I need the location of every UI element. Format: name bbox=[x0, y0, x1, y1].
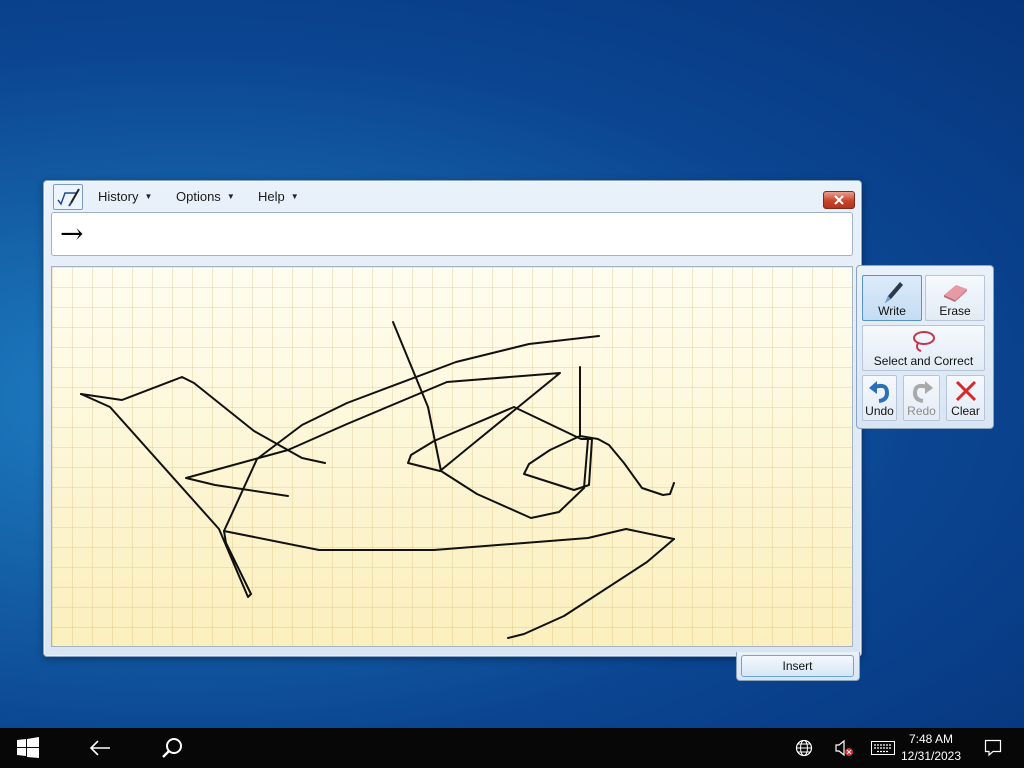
globe-icon bbox=[795, 739, 813, 757]
writing-area[interactable] bbox=[51, 266, 853, 647]
undo-icon bbox=[868, 381, 889, 403]
pen-icon bbox=[885, 282, 903, 303]
redo-icon bbox=[912, 381, 933, 403]
menu-options[interactable]: Options ▼ bbox=[176, 189, 235, 204]
search-button[interactable] bbox=[150, 728, 194, 768]
clear-icon bbox=[955, 380, 976, 402]
chevron-down-icon: ▼ bbox=[290, 192, 299, 201]
undo-label: Undo bbox=[865, 404, 894, 418]
redo-label: Redo bbox=[907, 404, 936, 418]
handwriting-strokes bbox=[80, 321, 675, 639]
select-correct-label: Select and Correct bbox=[873, 354, 974, 368]
back-arrow-icon bbox=[89, 740, 110, 756]
eraser-icon bbox=[944, 285, 967, 302]
clock-date: 12/31/2023 bbox=[900, 749, 962, 763]
menu-help[interactable]: Help ▼ bbox=[258, 189, 299, 204]
volume-muted-icon bbox=[835, 739, 853, 757]
select-correct-button[interactable]: Select and Correct bbox=[862, 325, 985, 371]
chevron-down-icon: ▼ bbox=[144, 192, 153, 201]
taskbar: 7:48 AM 12/31/2023 bbox=[0, 728, 1024, 768]
preview-result: → bbox=[60, 217, 84, 250]
insert-button[interactable]: Insert bbox=[741, 655, 854, 677]
tool-panel: Write Erase Select and Correct Undo Redo bbox=[856, 265, 994, 429]
recognition-preview: → bbox=[51, 212, 853, 256]
clear-button[interactable]: Clear bbox=[946, 375, 985, 421]
erase-button[interactable]: Erase bbox=[925, 275, 985, 321]
windows-start-icon bbox=[17, 737, 39, 758]
lasso-icon bbox=[912, 331, 935, 352]
touch-keyboard-button[interactable] bbox=[870, 728, 896, 768]
back-button[interactable] bbox=[78, 728, 122, 768]
math-input-window: History ▼ Options ▼ Help ▼ → bbox=[43, 180, 862, 657]
undo-button[interactable]: Undo bbox=[862, 375, 897, 421]
menu-history-label: History bbox=[98, 189, 139, 204]
notification-icon bbox=[984, 739, 1002, 757]
start-button[interactable] bbox=[6, 728, 50, 768]
volume-button[interactable] bbox=[832, 728, 856, 768]
clock-time: 7:48 AM bbox=[908, 732, 954, 746]
action-center-button[interactable] bbox=[980, 728, 1006, 768]
clock[interactable]: 7:48 AM 12/31/2023 bbox=[896, 731, 966, 765]
menu-help-label: Help bbox=[258, 189, 285, 204]
write-button[interactable]: Write bbox=[862, 275, 922, 321]
menu-options-label: Options bbox=[176, 189, 221, 204]
clear-label: Clear bbox=[951, 404, 980, 418]
keyboard-icon bbox=[871, 741, 895, 755]
app-icon bbox=[53, 184, 83, 210]
close-button[interactable] bbox=[823, 191, 855, 209]
search-icon bbox=[162, 738, 182, 758]
erase-label: Erase bbox=[939, 304, 971, 318]
redo-button[interactable]: Redo bbox=[903, 375, 940, 421]
close-icon bbox=[834, 195, 844, 205]
write-label: Write bbox=[878, 304, 906, 318]
menu-history[interactable]: History ▼ bbox=[98, 189, 152, 204]
language-button[interactable] bbox=[792, 728, 816, 768]
chevron-down-icon: ▼ bbox=[226, 192, 235, 201]
